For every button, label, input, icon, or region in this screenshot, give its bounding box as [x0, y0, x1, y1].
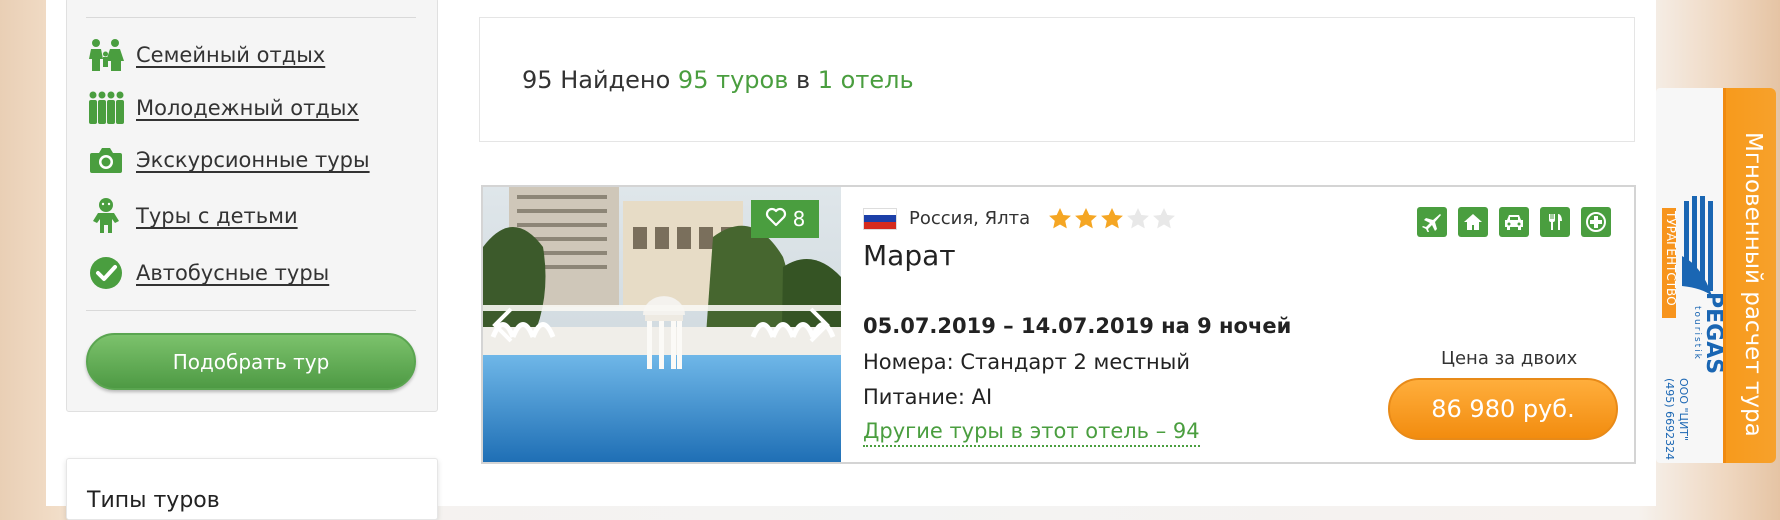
utensils-icon [1540, 207, 1570, 237]
sidebar-item-label: Семейный отдых [136, 43, 326, 67]
star-empty-icon [1127, 208, 1150, 229]
sidebar-item-excursion[interactable]: Экскурсионные туры [86, 140, 370, 180]
hotel-card: 8 Россия, Ялта Марат 05.07.2019 – 14.07.… [481, 185, 1636, 464]
camera-icon [86, 140, 126, 180]
sidebar-divider [86, 17, 416, 18]
star-filled-icon [1075, 208, 1098, 229]
favorite-count: 8 [792, 207, 806, 231]
star-filled-icon [1049, 208, 1072, 229]
pegas-logo: ТУРАГЕНТСТВО PEGAS touristik ООО "ЦИТ" (… [1662, 196, 1726, 460]
summary-count: 95 [522, 66, 553, 94]
favorite-button[interactable]: 8 [751, 200, 819, 238]
car-icon [1499, 207, 1529, 237]
company-phone: (495) 6692324 [1663, 378, 1676, 461]
sidebar-item-kids[interactable]: Туры с детьми [86, 196, 298, 236]
sidebar-item-label: Автобусные туры [136, 261, 330, 285]
hotel-services [1417, 207, 1611, 237]
pegas-brand-sub: touristik [1692, 306, 1702, 361]
hotel-photo[interactable]: 8 [483, 187, 841, 462]
summary-hotels-count: 1 отель [817, 66, 914, 94]
other-tours-link[interactable]: Другие туры в этот отель – 94 [863, 419, 1200, 447]
sidebar-item-youth[interactable]: Молодежный отдых [86, 88, 359, 128]
hotel-stars [1048, 207, 1176, 230]
tour-types-title: Типы туров [87, 488, 220, 513]
star-empty-icon [1153, 208, 1176, 229]
summary-found-label: Найдено [560, 66, 671, 94]
sidebar-item-label: Экскурсионные туры [136, 148, 370, 172]
sidebar-item-family[interactable]: Семейный отдых [86, 35, 325, 75]
sidebar-item-label: Молодежный отдых [136, 96, 359, 120]
hotel-location-row: Россия, Ялта [863, 207, 1176, 230]
summary-text: 95 Найдено 95 туров в 1 отель [522, 66, 914, 94]
hotel-name[interactable]: Марат [863, 239, 956, 272]
summary-tours-count: 95 туров [677, 66, 789, 94]
photo-next-arrow[interactable] [803, 305, 833, 345]
price-button[interactable]: 86 980 руб. [1388, 378, 1618, 440]
pegas-agency-panel[interactable]: ТУРАГЕНТСТВО PEGAS touristik ООО "ЦИТ" (… [1656, 88, 1728, 463]
checkmark-icon [86, 253, 126, 293]
instant-calc-label: Мгновенный расчет тура [1740, 132, 1766, 437]
tour-dates: 05.07.2019 – 14.07.2019 на 9 ночей [863, 314, 1292, 338]
sidebar-item-label: Туры с детьми [136, 204, 298, 228]
child-icon [86, 196, 126, 236]
company-name: ООО "ЦИТ" [1677, 378, 1690, 442]
instant-calc-tab[interactable]: Мгновенный расчет тура [1723, 88, 1776, 463]
pick-tour-button[interactable]: Подобрать тур [86, 333, 416, 390]
russia-flag-icon [863, 207, 897, 230]
tour-types-panel: Типы туров [66, 458, 438, 520]
room-type: Номера: Стандарт 2 местный [863, 350, 1191, 374]
meal-plan: Питание: AI [863, 385, 993, 409]
family-icon [86, 35, 126, 75]
search-summary: 95 Найдено 95 туров в 1 отель [479, 17, 1635, 142]
airplane-icon [1417, 207, 1447, 237]
heart-icon [765, 207, 787, 232]
agency-label: ТУРАГЕНТСТВО [1664, 211, 1678, 306]
plus-icon [1581, 207, 1611, 237]
sidebar-divider [86, 310, 416, 311]
price-label: Цена за двоих [1441, 348, 1578, 369]
youth-group-icon [86, 88, 126, 128]
sidebar-item-bus[interactable]: Автобусные туры [86, 253, 329, 293]
star-filled-icon [1101, 208, 1124, 229]
house-icon [1458, 207, 1488, 237]
photo-prev-arrow[interactable] [489, 305, 519, 345]
hotel-location: Россия, Ялта [909, 208, 1031, 229]
summary-in-label: в [795, 66, 811, 94]
